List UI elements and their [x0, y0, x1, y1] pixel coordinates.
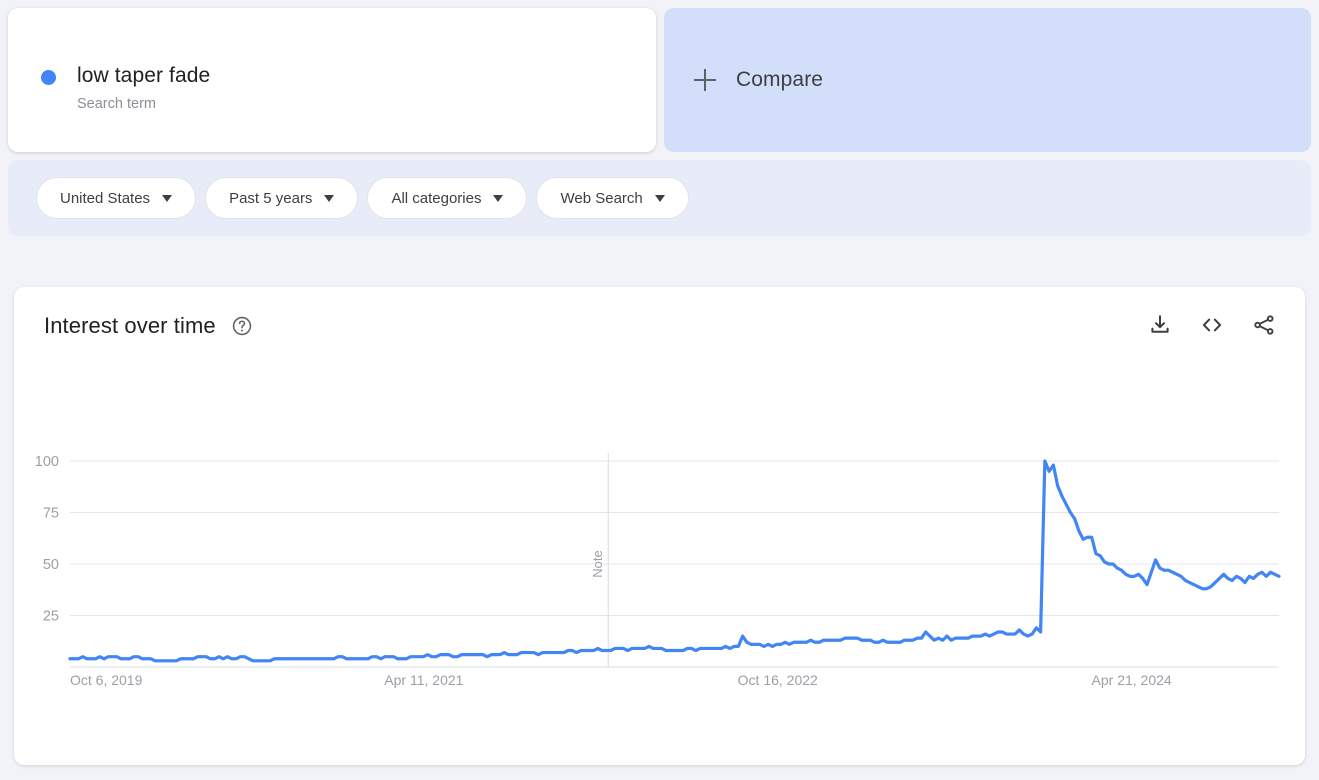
- y-axis-tick-label: 75: [43, 506, 59, 522]
- series-line: [68, 459, 1281, 663]
- download-icon[interactable]: [1148, 313, 1172, 337]
- y-axis-tick-label: 100: [35, 454, 59, 470]
- chart-plot-area: 25 50 75 100 Oct 6, 2019 Apr 11, 2021 Oct 16, …: [14, 287, 1305, 765]
- y-axis-tick-label: 50: [43, 557, 59, 573]
- embed-code-icon[interactable]: [1200, 313, 1224, 337]
- search-term-content: low taper fade Search term: [41, 63, 210, 113]
- compare-button[interactable]: Compare: [664, 8, 1311, 152]
- search-term-title: low taper fade: [77, 64, 211, 87]
- filters-bar: United States Past 5 years All categorie…: [8, 160, 1311, 236]
- search-type-filter-label: Web Search: [560, 189, 643, 207]
- share-icon[interactable]: [1252, 313, 1276, 337]
- search-terms-row: low taper fade Search term Compare: [8, 8, 1311, 152]
- y-axis-tick-label: 25: [43, 609, 59, 625]
- chevron-down-icon: [654, 194, 665, 202]
- x-axis-tick-label: Apr 21, 2024: [1092, 672, 1172, 688]
- x-axis-tick-label: Apr 11, 2021: [384, 672, 463, 688]
- category-filter-label: All categories: [391, 189, 482, 207]
- series-color-dot: [41, 70, 56, 85]
- x-axis-tick-label: Oct 6, 2019: [70, 672, 143, 688]
- interest-over-time-chart: 25 50 75 100 Oct 6, 2019 Apr 11, 2021 Oct 16, …: [35, 453, 1281, 688]
- help-circle-icon[interactable]: [231, 315, 253, 337]
- annotation-label: Note: [590, 550, 605, 577]
- page-title: Interest over time: [44, 313, 216, 338]
- category-filter[interactable]: All categories: [367, 177, 528, 219]
- chevron-down-icon: [493, 194, 504, 202]
- interest-over-time-card: Interest over time 25 50 75 100 Oct 6, 2…: [14, 287, 1305, 765]
- search-type-filter[interactable]: Web Search: [536, 177, 689, 219]
- chart-header: Interest over time: [44, 313, 253, 339]
- chevron-down-icon: [324, 194, 335, 202]
- plus-icon: [694, 69, 716, 91]
- search-term-card[interactable]: low taper fade Search term: [8, 8, 656, 152]
- search-term-subtitle: Search term: [77, 96, 156, 112]
- search-term-text: low taper fade Search term: [77, 63, 210, 113]
- time-range-filter-label: Past 5 years: [229, 189, 313, 207]
- chart-toolbar: [1148, 313, 1276, 337]
- google-trends-page: low taper fade Search term Compare Unite…: [0, 0, 1319, 780]
- time-range-filter[interactable]: Past 5 years: [205, 177, 359, 219]
- location-filter[interactable]: United States: [36, 177, 197, 219]
- location-filter-label: United States: [60, 189, 151, 207]
- compare-content: Compare: [694, 68, 823, 92]
- chevron-down-icon: [162, 194, 173, 202]
- x-axis-tick-label: Oct 16, 2022: [738, 672, 818, 688]
- compare-label: Compare: [736, 68, 824, 91]
